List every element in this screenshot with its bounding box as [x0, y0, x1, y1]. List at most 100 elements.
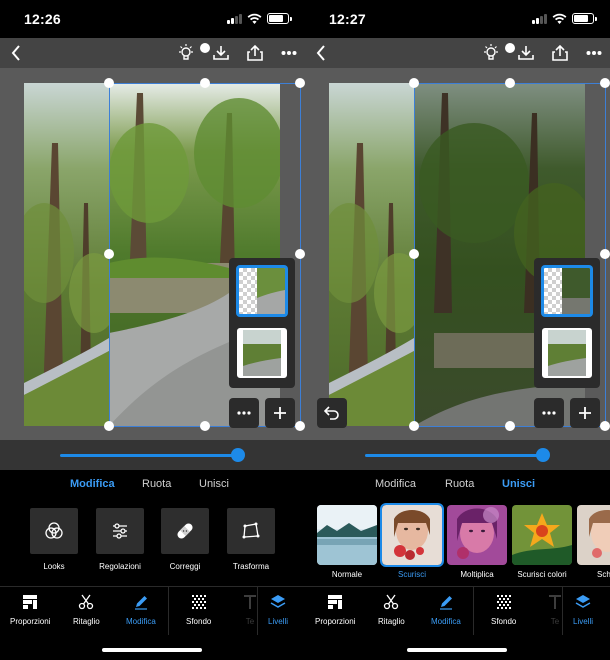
nav-ritaglio[interactable]: Ritaglio: [73, 593, 100, 626]
nav-label: Modifica: [431, 617, 461, 626]
nav-divider: [473, 587, 474, 635]
transform-handle[interactable]: [104, 421, 114, 431]
layer-thumbnail-top[interactable]: [542, 266, 592, 316]
home-indicator: [102, 648, 202, 652]
status-time: 12:26: [24, 11, 61, 27]
tab-modifica[interactable]: Modifica: [375, 478, 416, 490]
layer-options-button[interactable]: [534, 398, 564, 428]
share-icon: [247, 44, 263, 61]
back-button[interactable]: [4, 41, 28, 65]
bottom-navigation: Proporzioni Ritaglio Modifica Sfondo Te …: [0, 586, 305, 635]
nav-testo[interactable]: Te: [548, 593, 562, 626]
transform-handle[interactable]: [200, 421, 210, 431]
transform-handle[interactable]: [600, 249, 610, 259]
nav-testo[interactable]: Te: [243, 593, 257, 626]
nav-divider: [257, 587, 258, 635]
tool-label: Regolazioni: [99, 562, 141, 571]
tool-label: Looks: [43, 562, 65, 571]
tool-regolazioni[interactable]: Regolazioni: [96, 508, 144, 571]
layer-thumbnail-bottom[interactable]: [237, 328, 287, 378]
nav-proporzioni[interactable]: Proporzioni: [10, 593, 50, 626]
nav-livelli[interactable]: Livelli: [268, 593, 288, 626]
back-button[interactable]: [309, 41, 333, 65]
transform-handle[interactable]: [104, 78, 114, 88]
pencil-icon: [439, 596, 452, 610]
nav-label: Sfondo: [186, 617, 212, 626]
auto-enhance-button[interactable]: [174, 41, 198, 65]
looks-icon: [45, 522, 63, 539]
home-indicator: [407, 648, 507, 652]
slider-knob[interactable]: [231, 448, 245, 462]
tool-correggi[interactable]: Correggi: [161, 508, 209, 571]
phone-screen-left: 12:26 Modifica Ruota Unisci Looks Regola…: [0, 0, 305, 660]
tab-unisci[interactable]: Unisci: [199, 478, 229, 490]
opacity-slider[interactable]: [305, 440, 610, 470]
transform-handle[interactable]: [295, 249, 305, 259]
layer-thumbnail-bottom[interactable]: [542, 328, 592, 378]
nav-modifica[interactable]: Modifica: [431, 593, 461, 626]
blend-mode-schiarisci[interactable]: Schia: [577, 505, 610, 579]
chevron-left-icon: [316, 45, 325, 61]
blend-mode-moltiplica[interactable]: Moltiplica: [447, 505, 507, 579]
add-layer-button[interactable]: [265, 398, 295, 428]
tab-ruota[interactable]: Ruota: [445, 478, 474, 490]
transform-handle[interactable]: [200, 78, 210, 88]
opacity-slider[interactable]: [0, 440, 305, 470]
rotation-handle[interactable]: [505, 43, 515, 53]
background-layer-photo: [24, 83, 109, 426]
more-options-button[interactable]: [582, 41, 606, 65]
nav-livelli[interactable]: Livelli: [573, 593, 593, 626]
nav-proporzioni[interactable]: Proporzioni: [315, 593, 355, 626]
download-button[interactable]: [514, 41, 538, 65]
image-canvas[interactable]: [305, 68, 610, 440]
slider-knob[interactable]: [536, 448, 550, 462]
plus-icon: [579, 407, 591, 419]
transform-handle[interactable]: [505, 421, 515, 431]
transform-handle[interactable]: [409, 78, 419, 88]
chevron-left-icon: [11, 45, 20, 61]
tab-modifica[interactable]: Modifica: [70, 478, 115, 490]
transform-handle[interactable]: [295, 421, 305, 431]
ellipsis-icon: [281, 51, 297, 55]
tab-unisci[interactable]: Unisci: [502, 478, 535, 490]
tab-ruota[interactable]: Ruota: [142, 478, 171, 490]
blend-mode-scurisci[interactable]: Scurisci: [380, 503, 444, 579]
share-button[interactable]: [243, 41, 267, 65]
nav-label: Livelli: [573, 617, 594, 626]
transform-handle[interactable]: [104, 249, 114, 259]
transform-handle[interactable]: [600, 421, 610, 431]
blend-mode-scurisci-colori[interactable]: Scurisci colori: [512, 505, 572, 579]
nav-modifica[interactable]: Modifica: [126, 593, 156, 626]
transform-handle[interactable]: [295, 78, 305, 88]
transform-handle[interactable]: [600, 78, 610, 88]
layer-options-button[interactable]: [229, 398, 259, 428]
lightbulb-icon: [179, 44, 193, 60]
more-options-button[interactable]: [277, 41, 301, 65]
blend-mode-normale[interactable]: Normale: [317, 505, 377, 579]
transform-handle[interactable]: [505, 78, 515, 88]
proportions-icon: [23, 595, 38, 609]
transform-handle[interactable]: [409, 249, 419, 259]
tool-looks[interactable]: Looks: [30, 508, 78, 571]
layer-thumbnail-top[interactable]: [237, 266, 287, 316]
download-button[interactable]: [209, 41, 233, 65]
image-canvas[interactable]: [0, 68, 305, 440]
ellipsis-icon: [542, 411, 556, 415]
wifi-icon: [247, 13, 262, 24]
top-toolbar: [0, 38, 305, 68]
nav-sfondo[interactable]: Sfondo: [491, 593, 516, 626]
share-button[interactable]: [548, 41, 572, 65]
background-icon: [191, 595, 206, 609]
nav-sfondo[interactable]: Sfondo: [186, 593, 211, 626]
undo-button[interactable]: [317, 398, 347, 428]
cellular-signal-icon: [227, 13, 242, 24]
rotation-handle[interactable]: [200, 43, 210, 53]
auto-enhance-button[interactable]: [479, 41, 503, 65]
nav-ritaglio[interactable]: Ritaglio: [378, 593, 405, 626]
status-icons: [227, 13, 292, 24]
tool-trasforma[interactable]: Trasforma: [227, 508, 275, 571]
transform-handle[interactable]: [409, 421, 419, 431]
status-time: 12:27: [329, 11, 366, 27]
add-layer-button[interactable]: [570, 398, 600, 428]
undo-icon: [324, 406, 339, 420]
